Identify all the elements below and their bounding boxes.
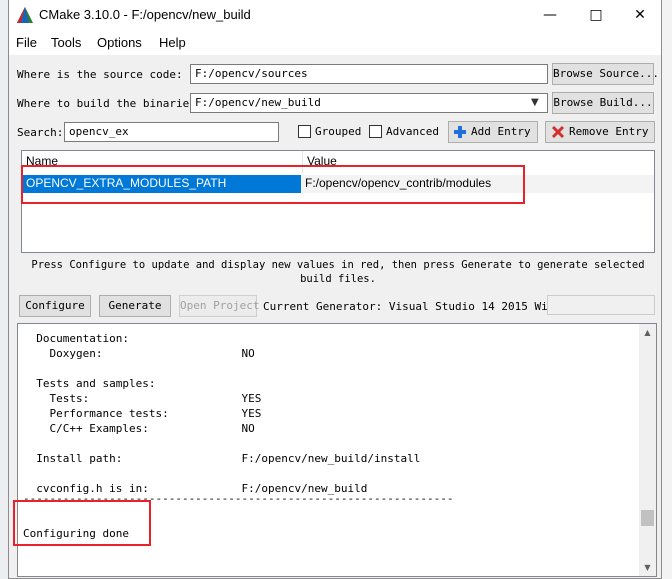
menu-options[interactable]: Options [97, 35, 142, 50]
remove-entry-label: Remove Entry [569, 125, 649, 138]
chevron-down-icon[interactable]: ▼ [531, 97, 539, 108]
output-line: Doxygen: NO [23, 347, 255, 360]
scroll-down-icon[interactable]: ▼ [639, 559, 656, 576]
output-line: Documentation: [23, 332, 129, 345]
search-input[interactable]: opencv_ex [64, 122, 279, 142]
configure-button[interactable]: Configure [19, 295, 91, 317]
grouped-label: Grouped [315, 125, 362, 138]
scroll-thumb[interactable] [641, 510, 654, 526]
browse-build-button[interactable]: Browse Build... [552, 92, 654, 114]
output-line: Performance tests: YES [23, 407, 262, 420]
current-generator-text: Current Generator: Visual Studio 14 2015… [263, 300, 568, 313]
highlight-box-configuring-done [13, 500, 151, 546]
source-label: Where is the source code: [17, 68, 183, 81]
open-project-button[interactable]: Open Project [179, 295, 259, 317]
add-entry-button[interactable]: Add Entry [448, 121, 538, 143]
progress-bar [547, 295, 655, 315]
menu-help[interactable]: Help [159, 35, 186, 50]
window-title: CMake 3.10.0 - F:/opencv/new_build [39, 7, 251, 22]
output-line: C/C++ Examples: NO [23, 422, 255, 435]
source-path-field[interactable]: F:/opencv/sources [190, 64, 548, 84]
output-line: Tests and samples: [23, 377, 156, 390]
plus-icon [454, 126, 466, 138]
search-label: Search: [17, 126, 64, 139]
grouped-checkbox[interactable] [298, 125, 311, 138]
minimize-icon[interactable]: — [527, 0, 573, 31]
configure-hint-text: Press Configure to update and display ne… [31, 259, 645, 285]
build-label: Where to build the binaries: [17, 97, 203, 110]
browse-source-button[interactable]: Browse Source... [552, 63, 659, 85]
menu-tools[interactable]: Tools [51, 35, 81, 50]
title-bar: CMake 3.10.0 - F:/opencv/new_build — □ ✕ [9, 0, 661, 31]
advanced-checkbox[interactable] [369, 125, 382, 138]
remove-x-icon [551, 125, 565, 139]
output-line: Install path: F:/opencv/new_build/instal… [23, 452, 421, 465]
build-path-combobox[interactable]: F:/opencv/new_build [190, 93, 548, 113]
close-icon[interactable]: ✕ [617, 0, 663, 31]
output-line: Tests: YES [23, 392, 262, 405]
cmake-logo-icon [17, 7, 33, 23]
output-scrollbar[interactable]: ▲ ▼ [639, 324, 656, 576]
generate-button[interactable]: Generate [99, 295, 171, 317]
add-entry-label: Add Entry [471, 125, 531, 138]
scroll-up-icon[interactable]: ▲ [639, 324, 656, 341]
advanced-label: Advanced [386, 125, 439, 138]
remove-entry-button[interactable]: Remove Entry [545, 121, 655, 143]
cmake-window: CMake 3.10.0 - F:/opencv/new_build — □ ✕… [8, 0, 662, 579]
menu-bar: File Tools Options Help [9, 31, 661, 55]
menu-file[interactable]: File [16, 35, 37, 50]
maximize-icon[interactable]: □ [573, 0, 619, 31]
highlight-box-entry [21, 165, 525, 204]
